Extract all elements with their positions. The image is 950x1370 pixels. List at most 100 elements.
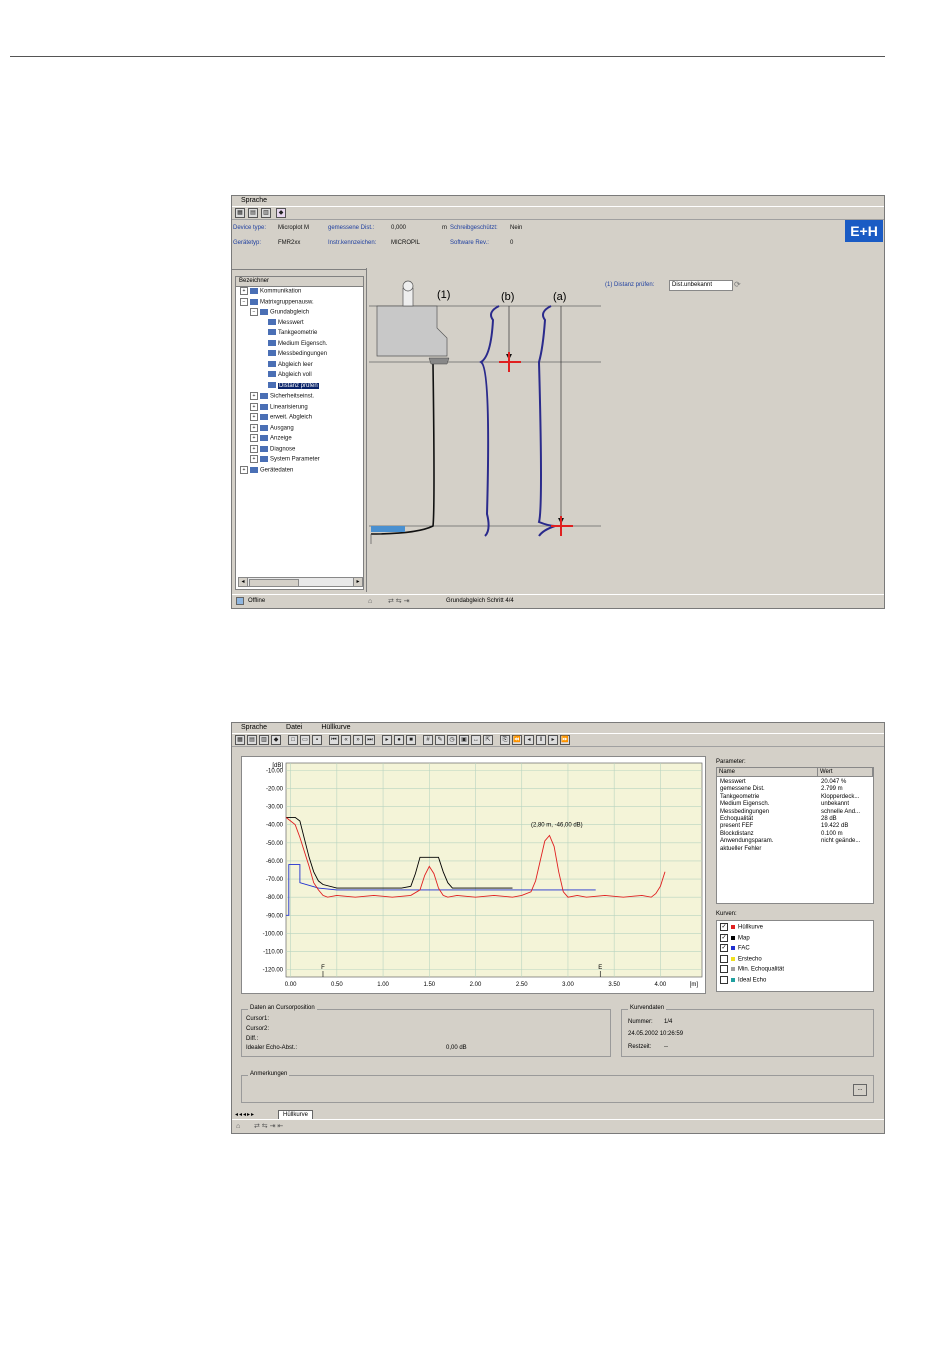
tree-item[interactable]: Abgleich voll: [260, 371, 312, 379]
tree-item[interactable]: Distanz prüfen: [260, 381, 319, 390]
checkbox[interactable]: [720, 975, 728, 984]
view-list-icon[interactable]: ▥: [261, 208, 271, 218]
menu-sprache[interactable]: Sprache: [241, 724, 267, 731]
curve-toggle[interactable]: ✓ Map: [720, 933, 750, 943]
notes-title: Anmerkungen: [248, 1071, 290, 1077]
expand-toggle-icon[interactable]: +: [250, 434, 258, 442]
menu-sprache[interactable]: Sprache: [241, 197, 267, 204]
last-icon[interactable]: ⏭: [365, 735, 375, 745]
expand-toggle-icon[interactable]: +: [250, 392, 258, 400]
checkbox[interactable]: [720, 965, 728, 973]
pen-icon[interactable]: ✎: [435, 735, 445, 745]
curve-toggle[interactable]: ✓ Hüllkurve: [720, 923, 763, 932]
menu-datei[interactable]: Datei: [286, 724, 302, 731]
save-icon[interactable]: ▪: [312, 735, 322, 745]
view-icon[interactable]: ▦: [235, 735, 245, 745]
tree-item[interactable]: − Matrixgruppenausw.: [240, 297, 314, 307]
tree-item[interactable]: + Ausgang: [250, 423, 294, 433]
export-icon[interactable]: ⇱: [483, 735, 493, 745]
view-icon[interactable]: ▦: [235, 208, 245, 218]
curve-toggle[interactable]: Ideal Echo: [720, 975, 766, 985]
y-tick-label: -30.00: [266, 805, 284, 811]
tree-item[interactable]: − Grundabgleich: [250, 308, 309, 317]
curve-label: FAC: [738, 945, 750, 952]
tree-item[interactable]: Abgleich leer: [260, 360, 313, 369]
timer-icon[interactable]: ◷: [447, 735, 457, 745]
tree-item[interactable]: + Linearisierung: [250, 402, 308, 412]
notes-group: Anmerkungen ...: [241, 1071, 874, 1103]
tree-item-label: Medium Eigensch.: [278, 340, 328, 347]
tree-item[interactable]: + Gerätedaten: [240, 465, 293, 475]
nav-icons[interactable]: ⇄ ⇆ ⇥ ⇤: [254, 1120, 283, 1133]
curve-toggle[interactable]: Min. Echoqualität: [720, 965, 784, 974]
tree-item[interactable]: Messbedingungen: [260, 350, 327, 358]
home-icon[interactable]: ⌂: [368, 595, 372, 608]
curve-toggle[interactable]: Erstecho: [720, 954, 762, 964]
record-icon[interactable]: ●: [394, 735, 404, 745]
expand-toggle-icon[interactable]: +: [240, 465, 248, 474]
scroll-left-arrow-icon[interactable]: ◂: [239, 578, 248, 586]
tree-item-label: Abgleich voll: [278, 372, 312, 378]
tree-item[interactable]: + System Parameter: [250, 455, 320, 464]
grid-icon[interactable]: #: [423, 735, 433, 745]
expand-toggle-icon[interactable]: +: [250, 444, 258, 453]
view-split-icon[interactable]: ▤: [248, 208, 258, 218]
copy-icon[interactable]: ⎘: [500, 735, 510, 745]
instr-value: MICROPIL: [391, 240, 421, 246]
view-list-icon[interactable]: ▥: [259, 735, 269, 745]
curve-toggle[interactable]: ✓ FAC: [720, 944, 750, 953]
x-tick-label: 0.50: [331, 982, 343, 988]
expand-toggle-icon[interactable]: +: [250, 455, 258, 463]
tree-item[interactable]: + Diagnose: [250, 444, 295, 454]
tree-item[interactable]: + Kommunikation: [240, 287, 301, 296]
first-icon[interactable]: ⏮: [329, 735, 339, 745]
expand-toggle-icon[interactable]: −: [250, 308, 258, 316]
tree-item[interactable]: Medium Eigensch.: [260, 339, 328, 348]
next-icon[interactable]: »: [353, 735, 363, 745]
toolbar: ▦ ▤ ▥ ◆: [232, 207, 884, 220]
scroll-thumb[interactable]: [249, 579, 299, 587]
probe-cable: [370, 363, 435, 535]
notes-button[interactable]: ...: [853, 1084, 867, 1096]
tree-item[interactable]: Tankgeometrie: [260, 329, 317, 337]
pause-icon[interactable]: ‖: [536, 735, 546, 745]
view-split-icon[interactable]: ▤: [247, 735, 257, 745]
menu-huellkurve[interactable]: Hüllkurve: [321, 724, 350, 731]
end-icon[interactable]: ⏩: [560, 735, 570, 745]
tree-item[interactable]: + Sicherheitseinst.: [250, 392, 314, 401]
open-file-icon[interactable]: ▭: [300, 735, 310, 745]
tree-horizontal-scrollbar[interactable]: ◂ ▸: [238, 577, 363, 587]
book-icon[interactable]: ◆: [276, 208, 286, 218]
checkbox[interactable]: ✓: [720, 923, 728, 931]
new-file-icon[interactable]: □: [288, 735, 298, 745]
checkbox[interactable]: [720, 954, 728, 963]
fit-icon[interactable]: ↔: [471, 735, 481, 745]
envelope-chart: 0.00 0.50 1.00 1.50 2.00 2.50 3.00 3.50 4.00 -10.…: [241, 756, 706, 994]
distance-check-select[interactable]: Dist.unbekannt: [669, 280, 733, 291]
forward-icon[interactable]: ▸: [548, 735, 558, 745]
y-tick-label: -80.00: [266, 895, 284, 901]
scroll-right-arrow-icon[interactable]: ▸: [353, 578, 362, 586]
tree-item[interactable]: Messwert: [260, 318, 304, 327]
expand-toggle-icon[interactable]: +: [250, 423, 258, 432]
tab-nav-arrows-icon[interactable]: ◂◂◂▸▸: [235, 1111, 255, 1118]
stop-icon[interactable]: ■: [406, 735, 416, 745]
home-icon[interactable]: ⌂: [236, 1120, 240, 1133]
tree-item[interactable]: + erweit. Abgleich: [250, 413, 312, 422]
prev-icon[interactable]: «: [341, 735, 351, 745]
checkbox[interactable]: ✓: [720, 933, 728, 942]
refresh-icon[interactable]: ⟳: [734, 280, 741, 289]
expand-toggle-icon[interactable]: +: [250, 413, 258, 421]
checkbox[interactable]: ✓: [720, 944, 728, 952]
folder-icon: [260, 309, 268, 315]
tree-item[interactable]: + Anzeige: [250, 434, 292, 443]
rewind-icon[interactable]: ⏪: [512, 735, 522, 745]
expand-toggle-icon[interactable]: −: [240, 297, 248, 306]
book-icon[interactable]: ◆: [271, 735, 281, 745]
expand-toggle-icon[interactable]: +: [250, 402, 258, 411]
play-icon[interactable]: ▸: [382, 735, 392, 745]
frame-icon[interactable]: ▣: [459, 735, 469, 745]
back-icon[interactable]: ◂: [524, 735, 534, 745]
nav-icons[interactable]: ⇄ ⇆ ⇥: [388, 595, 410, 608]
expand-toggle-icon[interactable]: +: [240, 287, 248, 295]
